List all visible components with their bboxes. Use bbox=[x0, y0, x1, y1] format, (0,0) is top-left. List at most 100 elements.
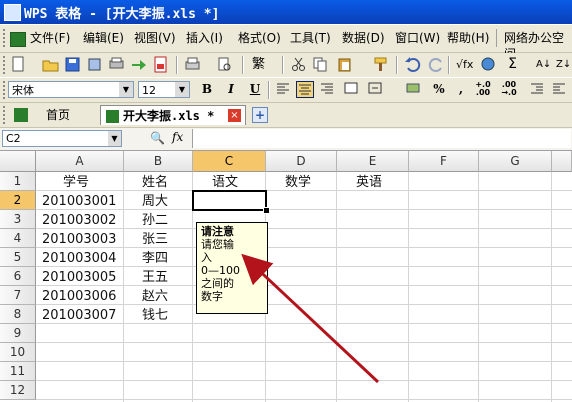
chevron-down-icon[interactable]: ▼ bbox=[119, 82, 133, 97]
increase-indent-icon[interactable] bbox=[550, 81, 568, 98]
align-right-icon[interactable] bbox=[318, 81, 336, 98]
bold-button[interactable]: B bbox=[198, 81, 216, 98]
cell-b2[interactable]: 周大 bbox=[142, 192, 168, 211]
hyperlink-icon[interactable] bbox=[480, 56, 497, 73]
column-header-c[interactable]: C bbox=[193, 151, 266, 172]
cell-b1[interactable]: 姓名 bbox=[142, 173, 168, 192]
tab-home[interactable]: 首页 bbox=[40, 105, 76, 125]
autosum-icon[interactable]: Σ bbox=[504, 56, 521, 73]
column-header-b[interactable]: B bbox=[124, 151, 193, 172]
row-header-9[interactable]: 9 bbox=[0, 324, 36, 343]
align-left-icon[interactable] bbox=[274, 81, 292, 98]
formula-input[interactable] bbox=[192, 129, 571, 148]
cell-b8[interactable]: 钱七 bbox=[142, 306, 168, 325]
column-header-f[interactable]: F bbox=[409, 151, 479, 172]
merge-center-icon[interactable] bbox=[342, 81, 360, 98]
row-header-2[interactable]: 2 bbox=[0, 191, 36, 210]
menu-file[interactable]: 文件(F) bbox=[30, 30, 70, 46]
spell-check-icon[interactable] bbox=[216, 56, 233, 73]
chevron-down-icon[interactable]: ▼ bbox=[175, 82, 189, 97]
menu-insert[interactable]: 插入(I) bbox=[186, 30, 223, 46]
select-all-corner[interactable] bbox=[0, 151, 36, 172]
column-header-h[interactable] bbox=[552, 151, 572, 172]
open-folder-icon[interactable] bbox=[42, 56, 59, 73]
menu-online-office[interactable]: 网络办公空间 bbox=[504, 30, 572, 61]
menu-window[interactable]: 窗口(W) bbox=[395, 30, 440, 46]
underline-button[interactable]: U bbox=[246, 81, 264, 98]
zoom-formula-icon[interactable]: 🔍 bbox=[150, 131, 165, 145]
cell-b3[interactable]: 孙二 bbox=[142, 211, 168, 230]
function-icon[interactable]: √fx bbox=[456, 56, 473, 73]
new-file-icon[interactable] bbox=[10, 56, 27, 73]
row-header-10[interactable]: 10 bbox=[0, 343, 36, 362]
print-icon[interactable] bbox=[184, 56, 201, 73]
redo-icon[interactable] bbox=[428, 56, 445, 73]
row-header-11[interactable]: 11 bbox=[0, 362, 36, 381]
column-header-a[interactable]: A bbox=[36, 151, 124, 172]
cell-d1[interactable]: 数学 bbox=[285, 173, 311, 192]
cell-a3[interactable]: 201003002 bbox=[42, 211, 116, 230]
cell-a4[interactable]: 201003003 bbox=[42, 230, 116, 249]
active-cell-c2[interactable] bbox=[192, 190, 267, 211]
decrease-indent-icon[interactable] bbox=[528, 81, 546, 98]
cell-b4[interactable]: 张三 bbox=[142, 230, 168, 249]
menu-help[interactable]: 帮助(H) bbox=[447, 30, 489, 46]
menu-edit[interactable]: 编辑(E) bbox=[83, 30, 124, 46]
row-header-8[interactable]: 8 bbox=[0, 305, 36, 324]
row-header-3[interactable]: 3 bbox=[0, 210, 36, 229]
cut-icon[interactable] bbox=[290, 56, 307, 73]
print-preview-icon[interactable] bbox=[108, 56, 125, 73]
menu-view[interactable]: 视图(V) bbox=[134, 30, 176, 46]
currency-format-icon[interactable] bbox=[404, 81, 422, 98]
comma-style-icon[interactable]: , bbox=[452, 81, 470, 98]
italic-button[interactable]: I bbox=[222, 81, 240, 98]
row-header-12[interactable]: 12 bbox=[0, 381, 36, 400]
chevron-down-icon[interactable]: ▼ bbox=[108, 131, 121, 146]
wrap-text-icon[interactable] bbox=[366, 81, 384, 98]
close-icon[interactable]: × bbox=[228, 109, 241, 122]
export-icon[interactable] bbox=[130, 56, 147, 73]
font-size-select[interactable]: 12 ▼ bbox=[138, 81, 190, 98]
row-header-6[interactable]: 6 bbox=[0, 267, 36, 286]
row-header-1[interactable]: 1 bbox=[0, 172, 36, 191]
font-name-select[interactable]: 宋体 ▼ bbox=[8, 81, 134, 98]
traditional-chinese-icon[interactable]: 繁 bbox=[250, 56, 267, 73]
new-tab-button[interactable]: + bbox=[252, 107, 268, 123]
column-header-e[interactable]: E bbox=[337, 151, 409, 172]
insert-function-button[interactable]: fx bbox=[172, 130, 183, 144]
row-header-7[interactable]: 7 bbox=[0, 286, 36, 305]
copy-icon[interactable] bbox=[312, 56, 329, 73]
undo-icon[interactable] bbox=[404, 56, 421, 73]
cell-a2[interactable]: 201003001 bbox=[42, 192, 116, 211]
cell-a1[interactable]: 学号 bbox=[63, 173, 89, 192]
cell-a6[interactable]: 201003005 bbox=[42, 268, 116, 287]
sort-ascending-icon[interactable]: A↓ bbox=[536, 56, 553, 73]
row-header-5[interactable]: 5 bbox=[0, 248, 36, 267]
menu-app-icon[interactable] bbox=[10, 32, 26, 47]
column-header-d[interactable]: D bbox=[266, 151, 337, 172]
spreadsheet-grid[interactable]: A B C D E F G 1 2 3 4 5 6 7 8 9 10 11 12… bbox=[0, 151, 572, 402]
paste-icon[interactable] bbox=[336, 56, 353, 73]
tab-document[interactable]: 开大李振.xls * bbox=[100, 105, 246, 125]
cell-b5[interactable]: 李四 bbox=[142, 249, 168, 268]
menu-tools[interactable]: 工具(T) bbox=[290, 30, 331, 46]
fill-handle[interactable] bbox=[263, 207, 270, 214]
cell-b7[interactable]: 赵六 bbox=[142, 287, 168, 306]
increase-decimal-icon[interactable]: +.0.00 bbox=[474, 81, 492, 98]
cell-a8[interactable]: 201003007 bbox=[42, 306, 116, 325]
sort-descending-icon[interactable]: Z↓ bbox=[556, 56, 572, 73]
column-header-g[interactable]: G bbox=[479, 151, 552, 172]
format-painter-icon[interactable] bbox=[372, 56, 389, 73]
align-center-icon[interactable] bbox=[296, 81, 314, 98]
cell-a7[interactable]: 201003006 bbox=[42, 287, 116, 306]
cell-b6[interactable]: 王五 bbox=[142, 268, 168, 287]
permissions-icon[interactable] bbox=[86, 56, 103, 73]
name-box[interactable]: C2 ▼ bbox=[2, 130, 122, 147]
row-header-4[interactable]: 4 bbox=[0, 229, 36, 248]
export-pdf-icon[interactable] bbox=[152, 56, 169, 73]
save-icon[interactable] bbox=[64, 56, 81, 73]
cell-e1[interactable]: 英语 bbox=[356, 173, 382, 192]
menu-format[interactable]: 格式(O) bbox=[238, 30, 281, 46]
cell-a5[interactable]: 201003004 bbox=[42, 249, 116, 268]
percent-button[interactable]: % bbox=[430, 81, 448, 98]
